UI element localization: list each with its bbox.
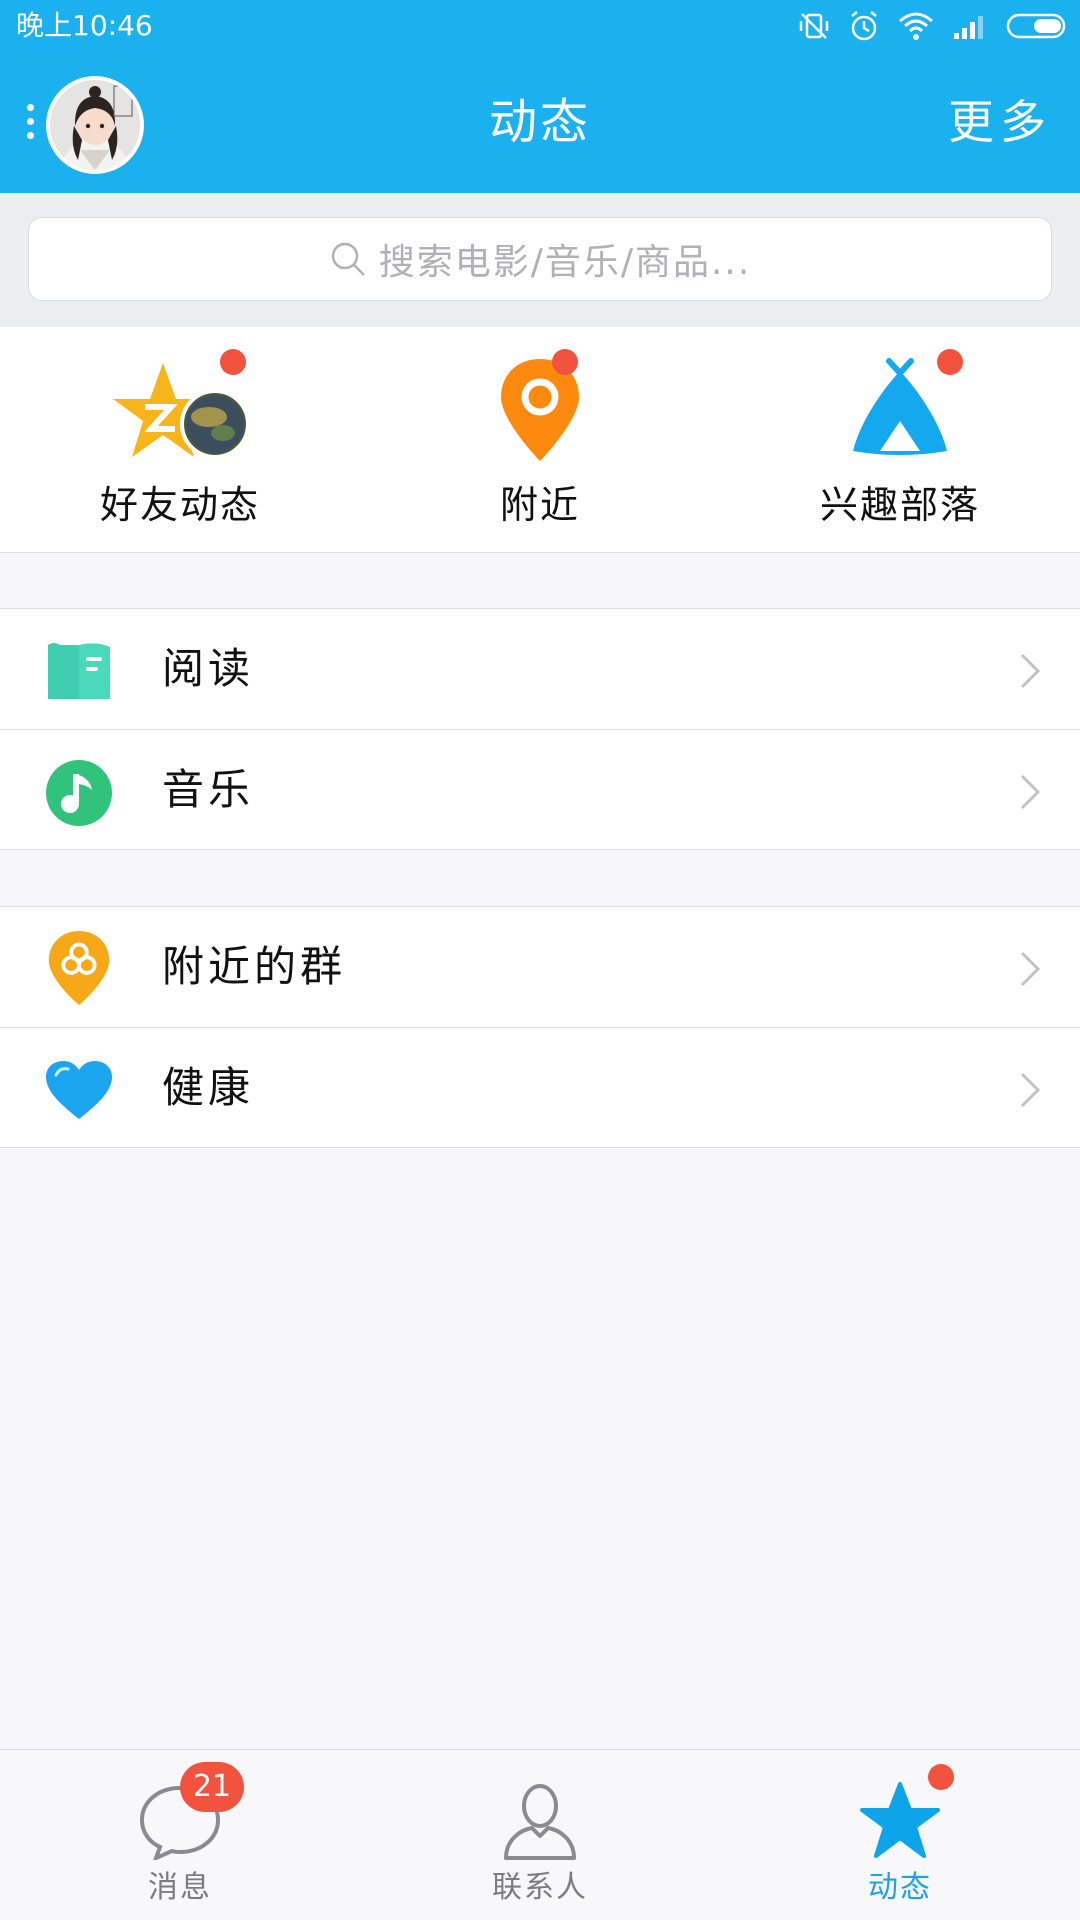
status-icons <box>798 8 1068 44</box>
contacts-icon <box>504 1784 576 1860</box>
list-item-health[interactable]: 健康 <box>0 1027 1080 1147</box>
more-button[interactable]: 更多 <box>948 92 1052 152</box>
list-group-1: 阅读 音乐 <box>0 608 1080 850</box>
heart-icon <box>46 1061 112 1119</box>
battery-icon <box>1006 13 1066 39</box>
chevron-right-icon <box>1020 951 1041 987</box>
quick-entry-label: 兴趣部落 <box>819 483 980 527</box>
chevron-right-icon <box>1020 653 1041 689</box>
quick-entries: 好友动态 附近 兴趣部落 <box>0 327 1080 553</box>
alarm-icon <box>851 11 877 41</box>
top-bar: 晚上10:46 动态 更多 <box>0 0 1080 193</box>
star-icon <box>860 1782 940 1858</box>
book-icon <box>48 643 110 699</box>
search-placeholder: 搜索电影/音乐/商品... <box>378 242 752 283</box>
mute-vibrate-icon <box>799 13 829 39</box>
quick-entry-label: 附近 <box>499 483 580 527</box>
status-time: 晚上10:46 <box>16 9 153 42</box>
quick-entry-nearby[interactable]: 附近 <box>360 327 720 553</box>
tab-label: 联系人 <box>492 1870 588 1905</box>
list-item-label: 健康 <box>162 1063 255 1112</box>
list-item-music[interactable]: 音乐 <box>0 729 1080 849</box>
tab-label: 动态 <box>868 1870 932 1905</box>
search-input[interactable]: 搜索电影/音乐/商品... <box>28 217 1052 301</box>
list-item-reading[interactable]: 阅读 <box>0 609 1080 729</box>
red-dot <box>220 349 246 375</box>
list-item-label: 附近的群 <box>162 942 347 991</box>
red-dot <box>937 349 963 375</box>
tab-moments[interactable]: 动态 <box>720 1750 1080 1920</box>
red-dot <box>552 349 578 375</box>
bottom-tab-bar: 21 消息 联系人 动态 <box>0 1749 1080 1920</box>
search-icon <box>331 242 365 276</box>
search-area: 搜索电影/音乐/商品... <box>0 193 1080 327</box>
list-item-label: 音乐 <box>162 765 255 814</box>
nearby-group-icon <box>48 930 110 1006</box>
page-title: 动态 <box>488 94 591 150</box>
red-dot <box>928 1764 954 1790</box>
chevron-right-icon <box>1020 774 1041 810</box>
quick-entry-friend-feed[interactable]: 好友动态 <box>0 327 360 553</box>
location-pin-icon <box>501 359 579 461</box>
wifi-icon <box>899 12 933 40</box>
tab-contacts[interactable]: 联系人 <box>360 1750 720 1920</box>
list-item-label: 阅读 <box>162 644 255 693</box>
list-group-2: 附近的群 健康 <box>0 906 1080 1148</box>
quick-entry-interest-tribe[interactable]: 兴趣部落 <box>720 327 1080 553</box>
unread-badge: 21 <box>180 1762 244 1812</box>
list-item-nearby-groups[interactable]: 附近的群 <box>0 907 1080 1027</box>
tab-messages[interactable]: 21 消息 <box>0 1750 360 1920</box>
chevron-right-icon <box>1020 1072 1041 1108</box>
quick-entry-label: 好友动态 <box>99 483 260 527</box>
tab-label: 消息 <box>148 1870 212 1905</box>
signal-icon <box>954 16 983 39</box>
music-note-icon <box>46 760 112 826</box>
